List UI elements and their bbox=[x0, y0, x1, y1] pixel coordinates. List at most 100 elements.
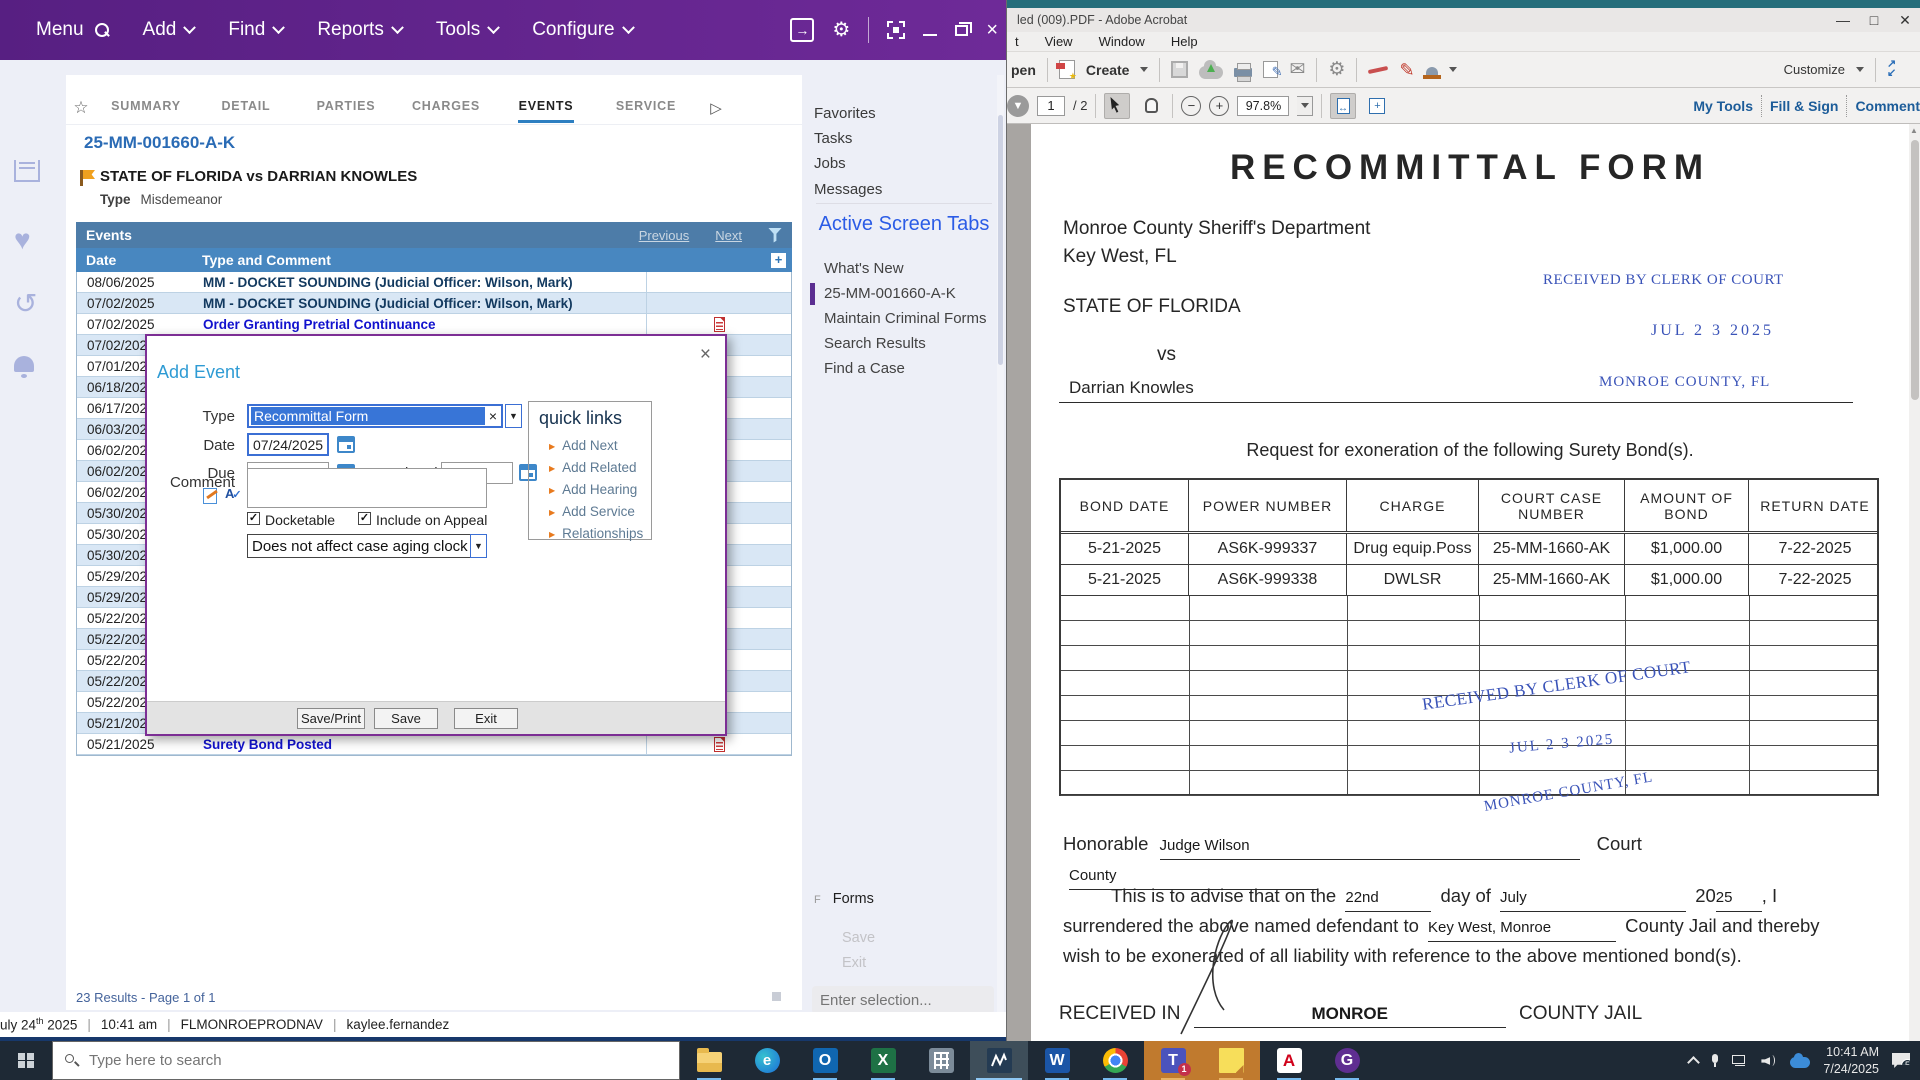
case-tab[interactable]: DETAIL bbox=[196, 91, 296, 125]
acrobat-menu-item[interactable]: Help bbox=[1171, 34, 1198, 49]
pdf-page[interactable]: RECOMMITTAL FORM Monroe County Sheriff's… bbox=[1031, 124, 1909, 1041]
tab-comment[interactable]: Comment bbox=[1855, 98, 1920, 114]
highlight-line-icon[interactable] bbox=[1368, 65, 1388, 73]
table-row[interactable]: 05/21/2025 Surety Bond Posted bbox=[77, 734, 791, 755]
quick-link[interactable]: Add Next bbox=[549, 438, 661, 453]
select-tool-icon[interactable] bbox=[1104, 93, 1130, 119]
heart-icon[interactable]: ♥ bbox=[14, 226, 31, 254]
chevron-down-icon[interactable] bbox=[1856, 67, 1864, 72]
sidebar-item-tasks[interactable]: Tasks bbox=[814, 130, 852, 147]
case-number[interactable]: 25-MM-001660-A-K bbox=[84, 133, 235, 153]
comment-textarea[interactable] bbox=[247, 468, 487, 508]
save-icon[interactable] bbox=[1171, 61, 1188, 78]
onedrive-icon[interactable] bbox=[1790, 1057, 1810, 1068]
aging-clock-select[interactable]: Does not affect case aging clock bbox=[247, 534, 487, 558]
microphone-icon[interactable] bbox=[1711, 1054, 1719, 1068]
network-icon[interactable] bbox=[1732, 1055, 1748, 1067]
page-number-input[interactable]: 1 bbox=[1037, 96, 1065, 116]
sidebar-item-jobs[interactable]: Jobs bbox=[814, 155, 846, 172]
vertical-scrollbar[interactable] bbox=[1909, 124, 1920, 1041]
tray-icon[interactable] bbox=[14, 160, 40, 182]
case-tab[interactable]: SERVICE bbox=[596, 91, 696, 125]
create-button[interactable]: Create bbox=[1086, 62, 1130, 78]
logout-icon[interactable]: → bbox=[790, 18, 814, 42]
taskbar-icon-calculator[interactable] bbox=[912, 1041, 970, 1080]
taskbar-icon-outlook[interactable]: O bbox=[796, 1041, 854, 1080]
note-edit-icon[interactable] bbox=[203, 488, 217, 504]
sidebar-item-favorites[interactable]: Favorites bbox=[814, 105, 876, 122]
taskbar-icon-chrome[interactable] bbox=[1086, 1041, 1144, 1080]
open-button-partial[interactable]: pen bbox=[1011, 62, 1036, 78]
taskbar-icon-file-explorer[interactable] bbox=[680, 1041, 738, 1080]
type-combobox[interactable]: Recommittal Form × bbox=[247, 404, 503, 428]
taskbar-search[interactable] bbox=[52, 1041, 680, 1080]
scroll-thumb[interactable] bbox=[772, 992, 781, 1001]
menu-item-menu[interactable]: Menu bbox=[36, 19, 109, 41]
red-pen-icon[interactable]: ✎ bbox=[1399, 61, 1414, 79]
taskbar-icon-excel[interactable]: X bbox=[854, 1041, 912, 1080]
save-button[interactable]: Save bbox=[374, 708, 438, 729]
appeal-checkbox[interactable]: ✓ bbox=[358, 512, 371, 525]
menu-item-add[interactable]: Add bbox=[143, 19, 195, 41]
tab-my-tools[interactable]: My Tools bbox=[1693, 98, 1753, 114]
print-icon[interactable] bbox=[1234, 68, 1252, 77]
acrobat-menu-item[interactable]: t bbox=[1015, 34, 1019, 49]
stamp-icon[interactable] bbox=[1426, 67, 1438, 75]
restore-icon[interactable] bbox=[955, 25, 968, 36]
zoom-dropdown-icon[interactable] bbox=[1297, 96, 1313, 116]
start-button[interactable] bbox=[0, 1041, 52, 1080]
clear-icon[interactable]: × bbox=[485, 408, 501, 424]
quick-link[interactable]: Add Service bbox=[549, 504, 661, 519]
chevron-down-icon[interactable] bbox=[1140, 67, 1148, 72]
minimize-icon[interactable] bbox=[923, 34, 937, 36]
case-tab[interactable]: EVENTS bbox=[496, 91, 596, 125]
screen-tab[interactable]: Maintain Criminal Forms bbox=[810, 307, 998, 331]
quick-link[interactable]: Add Related bbox=[549, 460, 661, 475]
save-print-button[interactable]: Save/Print bbox=[297, 708, 365, 729]
menu-item-configure[interactable]: Configure bbox=[532, 19, 632, 41]
chevron-down-icon[interactable] bbox=[1449, 67, 1457, 72]
notification-icon[interactable]: 5 bbox=[1892, 1053, 1910, 1068]
close-icon[interactable]: ✕ bbox=[1890, 8, 1920, 32]
screen-tab[interactable]: 25-MM-001660-A-K bbox=[810, 282, 998, 306]
taskbar-icon-edge[interactable]: e bbox=[738, 1041, 796, 1080]
zoom-out-icon[interactable]: − bbox=[1181, 96, 1201, 116]
volume-icon[interactable] bbox=[1761, 1054, 1777, 1067]
fullscreen-icon[interactable]: ↗↙ bbox=[1887, 60, 1907, 80]
event-description[interactable]: Surety Bond Posted bbox=[203, 737, 646, 752]
event-description[interactable]: MM - DOCKET SOUNDING (Judicial Officer: … bbox=[203, 275, 646, 290]
close-icon[interactable]: × bbox=[986, 20, 998, 40]
tab-fill-sign[interactable]: Fill & Sign bbox=[1770, 98, 1838, 114]
event-description[interactable]: MM - DOCKET SOUNDING (Judicial Officer: … bbox=[203, 296, 646, 311]
screen-tab[interactable]: Search Results bbox=[810, 332, 998, 356]
minimize-icon[interactable]: — bbox=[1828, 8, 1858, 32]
taskbar-icon-acrobat[interactable]: A bbox=[1260, 1041, 1318, 1080]
case-tab[interactable]: PARTIES bbox=[296, 91, 396, 125]
taskbar-icon-word[interactable]: W bbox=[1028, 1041, 1086, 1080]
star-icon[interactable]: ☆ bbox=[66, 98, 96, 118]
scrolling-mode-icon[interactable] bbox=[1330, 93, 1356, 119]
taskbar-icon-sticky-notes[interactable] bbox=[1202, 1041, 1260, 1080]
tabs-overflow-icon[interactable]: ▷ bbox=[696, 99, 736, 117]
search-input[interactable] bbox=[89, 1052, 629, 1069]
gear-icon[interactable]: ⚙ bbox=[1328, 60, 1345, 79]
calendar-icon[interactable] bbox=[337, 436, 355, 453]
menu-item-reports[interactable]: Reports bbox=[317, 19, 402, 41]
history-icon[interactable]: ↺ bbox=[14, 290, 37, 318]
maximize-icon[interactable]: □ bbox=[1859, 8, 1889, 32]
sidebar-item-messages[interactable]: Messages bbox=[814, 181, 882, 198]
menu-item-find[interactable]: Find bbox=[228, 19, 283, 41]
fit-page-icon[interactable]: + bbox=[1364, 93, 1390, 119]
table-row[interactable]: 07/02/2025 Order Granting Pretrial Conti… bbox=[77, 314, 791, 335]
case-tab[interactable]: CHARGES bbox=[396, 91, 496, 125]
tray-clock[interactable]: 10:41 AM7/24/2025 bbox=[1823, 1044, 1879, 1078]
acrobat-titlebar[interactable]: led (009).PDF - Adobe Acrobat bbox=[1007, 8, 1920, 32]
filter-icon[interactable] bbox=[768, 228, 782, 243]
spellcheck-icon[interactable]: A bbox=[225, 486, 242, 501]
screen-tab[interactable]: Find a Case bbox=[810, 357, 998, 381]
customize-button[interactable]: Customize bbox=[1784, 62, 1845, 77]
event-description[interactable]: Order Granting Pretrial Continuance bbox=[203, 317, 646, 332]
menu-item-tools[interactable]: Tools bbox=[436, 19, 498, 41]
bell-icon[interactable] bbox=[14, 356, 34, 372]
next-page-icon[interactable]: ▼ bbox=[1007, 95, 1029, 117]
